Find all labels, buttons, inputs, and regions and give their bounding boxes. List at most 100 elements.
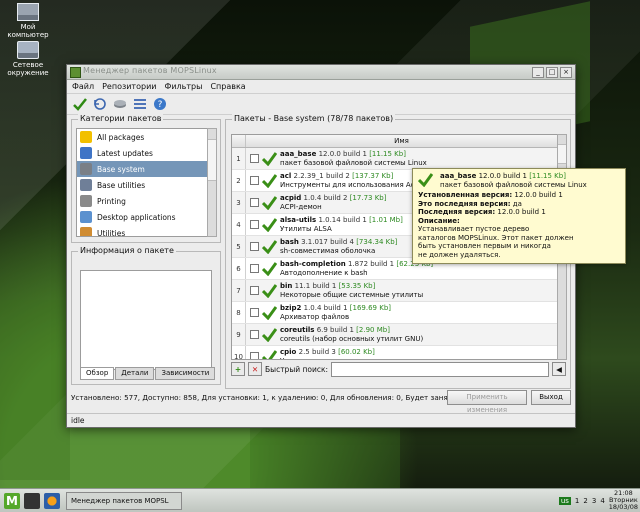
tab-overview[interactable]: Обзор [80,367,115,380]
maximize-button[interactable]: □ [546,67,558,78]
category-label: Desktop applications [97,212,176,222]
menu-help[interactable]: Справка [210,82,245,91]
package-info-title: Информация о пакете [78,246,176,255]
window-controls: _ □ × [532,67,572,78]
menu-filters[interactable]: Фильтры [164,82,202,91]
package-checkbox[interactable] [250,352,259,359]
package-row[interactable]: 9 coreutils 6.9 build 1 [2.90 Mb] coreutil… [232,324,557,346]
apply-changes-button[interactable]: Применить изменения [447,390,527,414]
package-checkbox[interactable] [250,264,259,273]
category-label: Base utilities [97,180,146,190]
packages-title: Пакеты - Base system (78/78 пакетов) [232,114,396,123]
package-version: 1.0.14 build 1 [318,215,367,224]
workspace-3[interactable]: 3 [592,497,596,505]
disk-button[interactable] [112,96,128,112]
category-item[interactable]: Desktop applications [77,209,207,225]
list-button[interactable] [132,96,148,112]
clear-search-button[interactable]: ◀ [552,362,566,376]
category-item[interactable]: All packages [77,129,207,145]
installed-check-icon [262,174,277,188]
cross-icon: ✕ [251,364,259,374]
apply-icon [73,98,87,111]
package-checkbox[interactable] [250,286,259,295]
package-row[interactable]: 8 bzip2 1.0.4 build 1 [169.69 Kb] Архивато… [232,302,557,324]
undo-button[interactable] [92,96,108,112]
row-number: 3 [232,192,246,213]
category-item[interactable]: Base utilities [77,177,207,193]
menu-repositories[interactable]: Репозитории [102,82,156,91]
row-number: 10 [232,346,246,359]
keyboard-layout[interactable]: us [558,496,571,505]
package-row[interactable]: 7 bin 11.1 build 1 [53.35 Kb] Некоторые об… [232,280,557,302]
package-checkbox[interactable] [250,176,259,185]
quick-search-input[interactable] [331,361,549,377]
disk-icon [114,100,126,108]
tooltip-installed-label: Установленная версия: [418,191,513,199]
package-row[interactable]: 10 cpio 2.5 build 3 [60.02 Kb]Утилита рез… [232,346,557,359]
package-checkbox[interactable] [250,154,259,163]
package-checkbox[interactable] [250,198,259,207]
svg-text:?: ? [158,100,163,110]
desktop-icon-my-computer[interactable]: Мой компьютер [2,3,54,39]
terminal-launcher-icon[interactable] [24,492,40,509]
background-cube [0,300,70,480]
tab-details[interactable]: Детали [115,367,155,380]
installed-check-icon [262,196,277,210]
categories-panel: Категории пакетов All packages Latest up… [71,114,221,243]
tools-icon [80,179,92,191]
tooltip-header: aaa_base 12.0.0 build 1 [11.15 Kb] пакет… [418,172,620,189]
package-checkbox[interactable] [250,220,259,229]
help-button[interactable]: ? [152,96,168,112]
apply-button[interactable] [72,96,88,112]
menu-file[interactable]: Файл [72,82,94,91]
scrollbar-thumb[interactable] [558,144,566,164]
tooltip-short-desc: пакет базовой файловой системы Linux [440,180,587,189]
close-button[interactable]: × [560,67,572,78]
workspace-4[interactable]: 4 [600,497,604,505]
category-item[interactable]: Utilities [77,225,207,237]
help-icon: ? [154,98,166,110]
package-name: aaa_base [280,149,317,158]
packages-header: Имя [232,135,557,148]
package-checkbox[interactable] [250,308,259,317]
scrollbar-thumb[interactable] [208,139,216,181]
globe-icon [80,147,92,159]
category-item[interactable]: Latest updates [77,145,207,161]
firefox-launcher-icon[interactable] [44,492,60,509]
search-bar: + ✕ Быстрый поиск: ◀ [231,361,566,377]
tab-dependencies[interactable]: Зависимости [155,367,216,380]
add-button[interactable]: + [231,362,245,376]
clock[interactable]: 21:08 Вторник 18/03/08 [609,490,638,511]
tooltip-desc-label: Описание: [418,216,460,225]
desktop-icon-network[interactable]: Сетевое окружение [2,41,54,77]
remove-button[interactable]: ✕ [248,362,262,376]
package-checkbox[interactable] [250,330,259,339]
package-row[interactable]: 1 aaa_base 12.0.0 build 1 [11.15 Kb] пакет… [232,148,557,170]
tooltip-desc-line: быть установлен первым и никогда [418,242,551,250]
category-label: Utilities [97,228,126,237]
task-package-manager[interactable]: Менеджер пакетов MOPSL [66,491,182,510]
column-header-name[interactable]: Имя [246,135,557,147]
category-label: Base system [97,164,145,174]
exit-button[interactable]: Выход [531,390,571,405]
titlebar[interactable]: Менеджер пакетов MOPSLinux _ □ × [67,65,575,80]
category-item[interactable]: Printing [77,193,207,209]
app-icon [70,67,81,78]
workspace-1[interactable]: 1 [575,497,579,505]
toolbar: ? [67,94,575,115]
start-menu-icon[interactable]: M [4,492,20,509]
package-version: 11.1 build 1 [294,281,337,290]
package-size: [169.69 Kb] [349,303,391,312]
package-checkbox[interactable] [250,242,259,251]
minimize-button[interactable]: _ [532,67,544,78]
category-label: Printing [97,196,126,206]
menubar: Файл Репозитории Фильтры Справка [67,80,575,94]
package-size: [53.35 Kb] [338,281,376,290]
categories-scrollbar[interactable] [207,128,217,237]
workspace-2[interactable]: 2 [583,497,587,505]
category-item-selected[interactable]: Base system [77,161,207,177]
desktop-icon-label: Сетевое [12,61,44,69]
tooltip-latest-q-label: Это последняя версия: [418,199,511,208]
installed-check-icon [262,350,277,359]
window-title: Менеджер пакетов MOPSLinux [83,66,217,75]
